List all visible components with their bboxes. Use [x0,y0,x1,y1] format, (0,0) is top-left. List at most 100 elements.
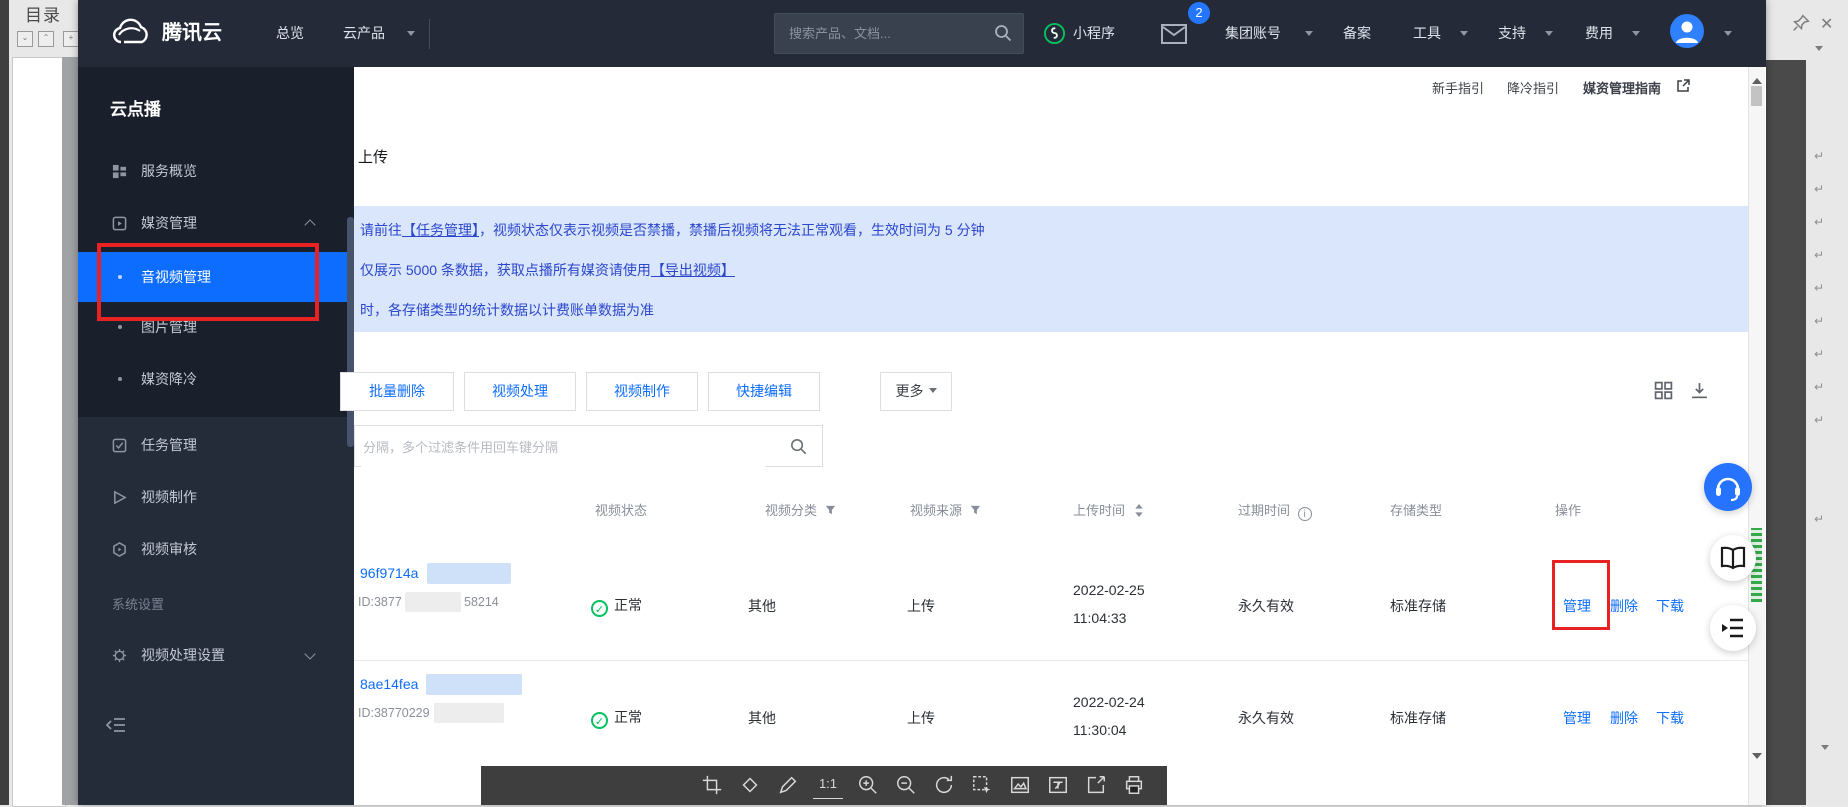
scroll-down-icon[interactable] [1752,753,1762,764]
redaction-blur [426,674,522,695]
pin-icon[interactable] [1790,12,1812,34]
sidebar-item-label: 视频审核 [141,527,197,571]
quick-edit-button[interactable]: 快捷编辑 [708,372,820,411]
nav-mini-program[interactable]: 小程序 [1073,0,1115,67]
col-header-source[interactable]: 视频来源 [910,500,981,519]
chevron-down-icon[interactable] [1724,31,1732,40]
card-view-icon[interactable] [1654,381,1673,400]
sidebar-item-label: 媒资降冷 [141,357,197,401]
nav-billing[interactable]: 费用 [1585,0,1613,67]
global-search-box[interactable] [774,13,1024,54]
manage-link[interactable]: 管理 [1563,708,1591,728]
sidebar-scrollbar[interactable] [347,217,354,447]
guide-link-beginner[interactable]: 新手指引 [1432,78,1484,97]
tencent-cloud-logo-icon[interactable] [110,17,152,49]
zoom-in-icon[interactable] [857,774,881,798]
delete-link[interactable]: 删除 [1610,708,1638,728]
toc-list-area [12,57,66,807]
video-process-button[interactable]: 视频处理 [464,372,576,411]
customer-service-button[interactable] [1704,463,1752,511]
col-header-status: 视频状态 [595,500,647,519]
close-icon[interactable]: ✕ [1820,14,1833,34]
sidebar-section-label: 系统设置 [112,594,164,613]
redaction-blur [405,592,461,612]
ratio-1-1-button[interactable]: 1:1 [813,774,843,799]
sidebar-item-video-processing-settings[interactable]: 视频处理设置 [78,633,354,677]
nav-beian[interactable]: 备案 [1343,0,1371,67]
translate-icon[interactable] [1047,774,1071,798]
brand-name[interactable]: 腾讯云 [162,0,222,67]
batch-delete-button[interactable]: 批量删除 [340,372,454,411]
export-icon[interactable] [1085,774,1109,798]
filter-search-box[interactable] [354,425,823,467]
status-label: 正常 [614,597,642,613]
sidebar-item-video-production[interactable]: 视频制作 [78,475,354,519]
status-label: 正常 [614,709,642,725]
screen: 目录 ⌄ ⌃ + ↵ ↵ ↵ ↵ ↵ ↵ ↵ ↵ ↵ ↵ ✕ [0,0,1848,805]
chevron-down-icon [407,31,415,40]
video-name-link[interactable]: 96f9714a [360,565,418,581]
export-video-link[interactable]: 【导出视频】 [651,262,735,278]
edit-pen-icon[interactable] [777,774,801,798]
sidebar-collapse-icon[interactable] [106,717,126,733]
toc-expand-button[interactable]: ⌃ [38,31,54,47]
zoom-out-icon[interactable] [895,774,919,798]
filter-funnel-icon [971,506,980,514]
rotate-icon[interactable] [933,774,957,798]
page-scrollbar[interactable] [1748,67,1765,805]
avatar[interactable] [1670,14,1704,48]
ocr-image-icon[interactable] [1009,774,1033,798]
filter-search-input[interactable] [361,426,765,468]
sort-icon [1134,504,1144,517]
search-icon[interactable] [789,437,808,456]
download-link[interactable]: 下载 [1656,596,1684,616]
mail-icon[interactable] [1160,23,1188,45]
external-link-icon[interactable] [1676,79,1690,93]
nav-support[interactable]: 支持 [1498,0,1526,67]
select-region-icon[interactable] [971,774,995,798]
guide-link-cooling[interactable]: 降冷指引 [1507,78,1559,97]
search-icon[interactable] [993,23,1013,43]
print-icon[interactable] [1123,774,1147,798]
global-search-input[interactable] [787,14,981,53]
sidebar-item-video-review[interactable]: 视频审核 [78,527,354,571]
upload-tab-partial[interactable]: 上传 [358,146,388,167]
task-management-link[interactable]: 【任务管理】 [402,222,479,238]
shape-icon[interactable] [739,774,763,798]
redaction-blur [427,563,511,584]
docs-book-button[interactable] [1710,535,1756,581]
nav-overview[interactable]: 总览 [276,0,304,67]
scroll-up-icon[interactable] [1752,73,1762,84]
more-button[interactable]: 更多 [880,372,952,411]
toc-collapse-button[interactable]: ⌄ [17,31,33,47]
col-header-upload-time[interactable]: 上传时间 [1073,500,1144,519]
col-header-expire-time[interactable]: 过期时间 i [1238,500,1312,521]
delete-link[interactable]: 删除 [1610,596,1638,616]
nav-tools[interactable]: 工具 [1413,0,1441,67]
video-name-link[interactable]: 8ae14fea [360,676,418,692]
feedback-list-button[interactable] [1710,605,1756,651]
download-list-icon[interactable] [1690,381,1709,400]
col-header-category[interactable]: 视频分类 [765,500,836,519]
source-cell: 上传 [907,708,935,728]
notice-text: ，视频状态仅表示视频是否禁播，禁播后视频将无法正常观看，生效时间为 5 分钟 [479,222,985,238]
nav-group-account[interactable]: 集团账号 [1225,0,1281,67]
scroll-down-icon[interactable] [1821,745,1829,754]
sidebar-item-media-management[interactable]: 媒资管理 [78,201,354,245]
scrollbar-thumb[interactable] [1751,86,1762,106]
download-link[interactable]: 下载 [1656,708,1684,728]
crop-icon[interactable] [701,774,725,798]
sidebar-item-service-overview[interactable]: 服务概览 [78,149,354,193]
info-icon[interactable]: i [1298,507,1312,521]
nav-products[interactable]: 云产品 [343,0,385,67]
toc-add-button[interactable]: + [63,31,79,47]
guide-link-media-management[interactable]: 媒资管理指南 [1583,78,1661,97]
sidebar-item-media-cooling[interactable]: 媒资降冷 [78,357,354,401]
video-production-button[interactable]: 视频制作 [586,372,698,411]
dropdown-caret-icon[interactable] [1815,46,1823,55]
sidebar-item-label: 媒资管理 [141,201,197,245]
play-triangle-icon [112,490,127,505]
col-header-actions: 操作 [1555,500,1581,519]
sidebar-item-task-management[interactable]: 任务管理 [78,423,354,467]
console-window: 腾讯云 总览 云产品 小程序 [78,0,1766,805]
